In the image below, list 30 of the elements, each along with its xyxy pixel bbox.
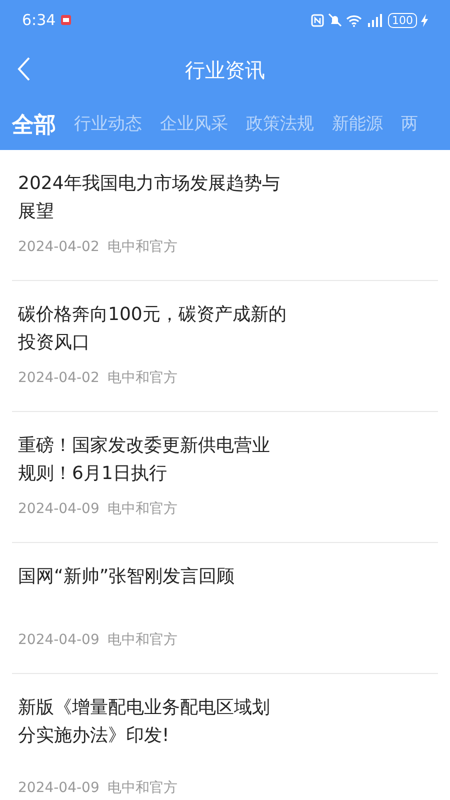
article-title[interactable]: 重磅！国家发改委更新供电营业 规则！6月1日执行 [18, 432, 270, 488]
article-date: 2024-04-09 [18, 779, 100, 798]
muted-bell-icon [328, 13, 342, 27]
article-date: 2024-04-09 [18, 500, 100, 519]
article-title[interactable]: 新版《增量配电业务配电区域划 分实施办法》印发! [18, 694, 270, 750]
article-date: 2024-04-02 [18, 238, 100, 257]
article-source: 电中和官方 [107, 779, 178, 798]
category-tab[interactable]: 全部 [12, 108, 56, 142]
page-title: 行业资讯 [185, 57, 265, 84]
status-time: 6:34 [22, 10, 56, 31]
category-tab[interactable]: 行业动态 [74, 112, 142, 138]
notification-icon [60, 14, 72, 26]
category-tab[interactable]: 两 [401, 112, 418, 138]
charging-icon [421, 14, 428, 26]
article-source: 电中和官方 [107, 369, 178, 388]
article-date: 2024-04-02 [18, 369, 100, 388]
article-date: 2024-04-09 [18, 631, 100, 650]
category-tab[interactable]: 政策法规 [246, 112, 314, 138]
article-source: 电中和官方 [107, 500, 178, 519]
signal-icon [366, 14, 384, 26]
nfc-icon [311, 14, 324, 26]
article-title[interactable]: 国网“新帅”张智刚发言回顾 [18, 563, 235, 591]
article-title[interactable]: 2024年我国电力市场发展趋势与 展望 [18, 170, 280, 226]
wifi-icon [346, 14, 362, 26]
battery-level: 100 [388, 12, 417, 28]
category-tab[interactable]: 新能源 [332, 112, 383, 138]
article-source: 电中和官方 [107, 238, 178, 257]
article-title[interactable]: 碳价格奔向100元，碳资产成新的 投资风口 [18, 301, 286, 357]
article-source: 电中和官方 [107, 631, 178, 650]
category-tab[interactable]: 企业风采 [160, 112, 228, 138]
